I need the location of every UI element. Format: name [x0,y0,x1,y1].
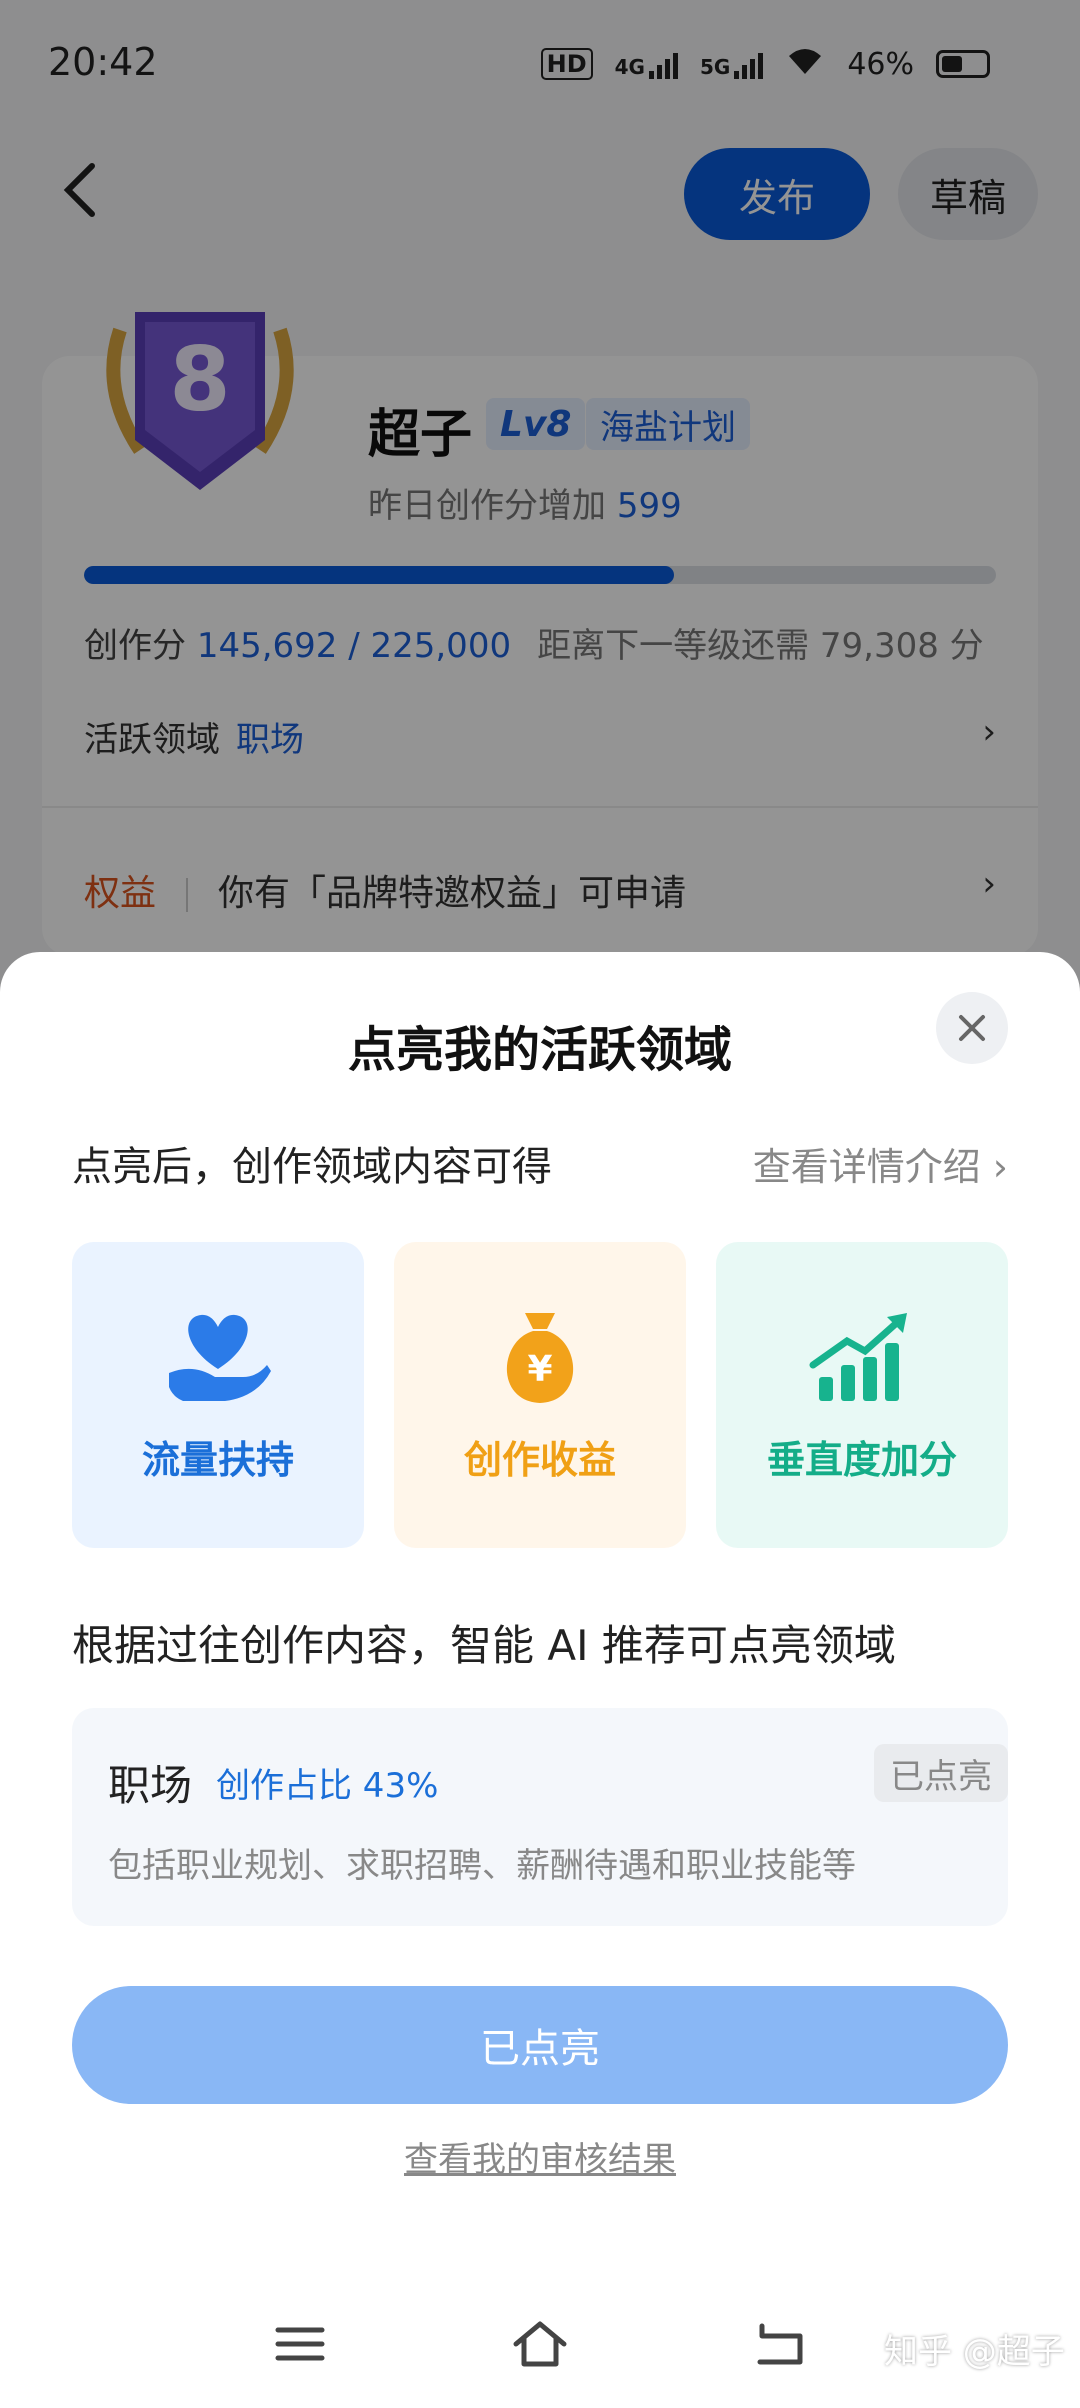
benefit-heading: 点亮后，创作领域内容可得 [72,1144,552,1190]
menu-icon[interactable] [270,2316,330,2372]
domain-description: 包括职业规划、求职招聘、薪酬待遇和职业技能等 [108,1846,856,1886]
bottom-sheet: 点亮我的活跃领域 点亮后，创作领域内容可得 查看详情介绍 › 流量扶持 ¥ 创作… [0,952,1080,2280]
back-icon[interactable] [750,2316,810,2372]
benefit-card-vertical: 垂直度加分 [716,1242,1008,1548]
domain-name: 职场 [108,1761,193,1810]
close-button[interactable] [936,992,1008,1064]
growth-chart-icon [809,1312,907,1401]
watermark: 知乎 @超子 [884,2332,1065,2372]
recommend-domain-card[interactable]: 职场 创作占比 43% 已点亮 包括职业规划、求职招聘、薪酬待遇和职业技能等 [72,1708,1008,1926]
benefit-label: 创作收益 [463,1437,616,1482]
heart-hand-icon [169,1314,271,1401]
lit-status-badge: 已点亮 [874,1744,1008,1802]
benefit-cards: 流量扶持 ¥ 创作收益 垂直度加分 [72,1242,1008,1548]
benefit-label: 垂直度加分 [766,1437,957,1482]
benefit-card-income: ¥ 创作收益 [394,1242,686,1548]
benefit-card-traffic: 流量扶持 [72,1242,364,1548]
ai-recommend-heading: 根据过往创作内容，智能 AI 推荐可点亮领域 [72,1621,896,1670]
close-icon [959,1015,985,1041]
svg-text:¥: ¥ [527,1349,552,1390]
benefit-label: 流量扶持 [141,1437,294,1482]
domain-ratio: 创作占比 43% [216,1766,439,1806]
detail-link[interactable]: 查看详情介绍 › [753,1136,1008,1191]
audit-result-link[interactable]: 查看我的审核结果 [0,2132,1080,2181]
money-bag-icon: ¥ [506,1312,574,1403]
sheet-title: 点亮我的活跃领域 [347,1022,732,1078]
lit-button[interactable]: 已点亮 [72,1986,1008,2104]
home-icon[interactable] [510,2316,570,2372]
